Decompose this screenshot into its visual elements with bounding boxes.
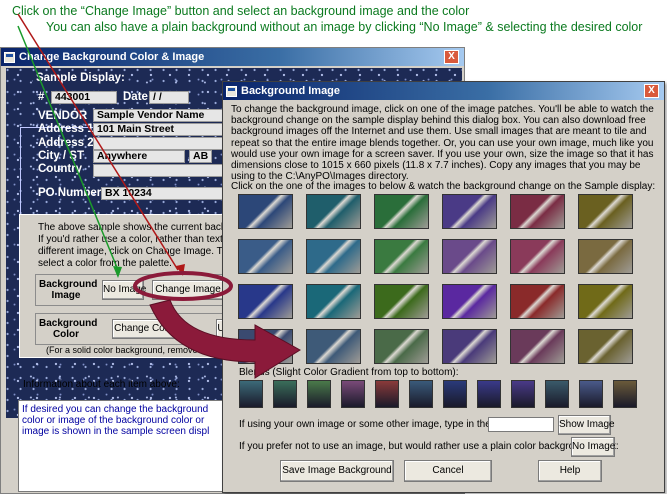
annotation-change-image: Click on the “Change Image” button and s… <box>12 4 470 18</box>
explain-line-4: select a color from the palette. <box>38 258 172 269</box>
annotation-no-image: You can also have a plain background wit… <box>46 20 643 34</box>
show-image-button[interactable]: Show Image <box>558 415 615 435</box>
vendor-field[interactable]: Sample Vendor Name <box>93 109 224 122</box>
image-patch-tile[interactable] <box>578 284 633 319</box>
blend-swatch[interactable] <box>579 380 603 408</box>
blend-swatch[interactable] <box>443 380 467 408</box>
blends-label: Blends (Slight Color Gradient from top t… <box>239 367 459 378</box>
address1-field[interactable]: 101 Main Street <box>93 123 224 136</box>
blend-swatch[interactable] <box>409 380 433 408</box>
background-image-titlebar[interactable]: Background Image <box>223 82 664 100</box>
state-field[interactable]: AB <box>189 150 212 163</box>
blend-swatch[interactable] <box>477 380 501 408</box>
blend-swatch[interactable] <box>613 380 637 408</box>
instructions-text: To change the background image, click on… <box>231 104 654 183</box>
blend-swatch[interactable] <box>511 380 535 408</box>
image-patch-tile[interactable] <box>374 284 429 319</box>
blend-swatch[interactable] <box>273 380 297 408</box>
blend-swatch[interactable] <box>375 380 399 408</box>
image-patch-tile[interactable] <box>510 194 565 229</box>
blend-swatch[interactable] <box>239 380 263 408</box>
country-field[interactable] <box>93 164 224 177</box>
city-label: City / ST <box>38 150 85 162</box>
change-background-title: Change Background Color & Image <box>19 51 205 63</box>
image-name-input[interactable] <box>488 417 554 432</box>
background-image-label: Background Image <box>39 279 98 301</box>
plain-color-prompt: If you prefer not to use an image, but w… <box>239 441 619 452</box>
image-patch-tile[interactable] <box>306 284 361 319</box>
own-image-prompt: If using your own image or some other im… <box>239 419 522 430</box>
address2-field[interactable] <box>93 137 224 150</box>
change-background-titlebar[interactable]: Change Background Color & Image <box>1 48 464 66</box>
blend-swatch[interactable] <box>307 380 331 408</box>
image-patch-tile[interactable] <box>442 194 497 229</box>
image-patch-tile[interactable] <box>510 239 565 274</box>
number-field[interactable]: 443001 <box>51 91 117 104</box>
date-field[interactable]: / / <box>149 91 189 104</box>
address2-label: Address 2 <box>38 137 94 149</box>
po-number-field[interactable]: BX 10234 <box>101 187 224 200</box>
save-image-background-button[interactable]: Save Image Background <box>280 460 394 482</box>
date-label: Date <box>123 91 148 103</box>
po-number-label: PO Number <box>38 187 102 199</box>
background-image-dialog: Background Image X To change the backgro… <box>222 81 665 493</box>
sample-display-label: Sample Display: <box>33 72 128 84</box>
image-grid-label: Click on the one of the images to below … <box>231 181 656 192</box>
image-patch-tile[interactable] <box>238 194 293 229</box>
change-image-button[interactable]: Change Image <box>152 280 224 300</box>
number-label: # <box>38 91 45 103</box>
image-patch-tile[interactable] <box>578 194 633 229</box>
image-patch-tile[interactable] <box>578 329 633 364</box>
background-color-label: Background Color <box>39 318 98 340</box>
image-patch-tile[interactable] <box>374 329 429 364</box>
background-image-title: Background Image <box>241 85 341 97</box>
image-patch-tile[interactable] <box>442 329 497 364</box>
image-patch-tile[interactable] <box>238 329 293 364</box>
image-patch-tile[interactable] <box>306 329 361 364</box>
change-color-button[interactable]: Change Color <box>112 319 178 339</box>
image-patch-tile[interactable] <box>306 194 361 229</box>
close-icon[interactable]: X <box>444 50 459 64</box>
vendor-label: VENDOR <box>38 110 88 122</box>
no-image-button[interactable]: No Image <box>571 437 615 457</box>
close-icon[interactable]: X <box>644 84 659 98</box>
image-patch-tile[interactable] <box>374 194 429 229</box>
blend-swatch[interactable] <box>341 380 365 408</box>
image-patch-tile[interactable] <box>306 239 361 274</box>
help-button[interactable]: Help <box>538 460 602 482</box>
country-label: Country <box>38 163 83 175</box>
info-textbox[interactable]: If desired you can change the background… <box>18 400 230 492</box>
image-patch-tile[interactable] <box>238 239 293 274</box>
image-patch-tile[interactable] <box>374 239 429 274</box>
image-patch-tile[interactable] <box>510 329 565 364</box>
image-patch-tile[interactable] <box>442 239 497 274</box>
city-field[interactable]: Anywhere <box>93 150 185 163</box>
window-icon <box>4 51 15 63</box>
image-patch-tile[interactable] <box>442 284 497 319</box>
info-label: Information about each item above: <box>23 379 180 390</box>
image-patch-tile[interactable] <box>510 284 565 319</box>
blend-swatch[interactable] <box>545 380 569 408</box>
window-icon <box>226 85 237 97</box>
image-patch-tile[interactable] <box>578 239 633 274</box>
cancel-button[interactable]: Cancel <box>404 460 492 482</box>
no-image-button[interactable]: No Image <box>102 280 146 300</box>
image-patch-tile[interactable] <box>238 284 293 319</box>
address1-label: Address 1 <box>38 123 94 135</box>
explain-line-3: different image, click on Change Image. … <box>38 246 252 257</box>
background-options-panel: The above sample shows the current backg… <box>19 214 261 358</box>
